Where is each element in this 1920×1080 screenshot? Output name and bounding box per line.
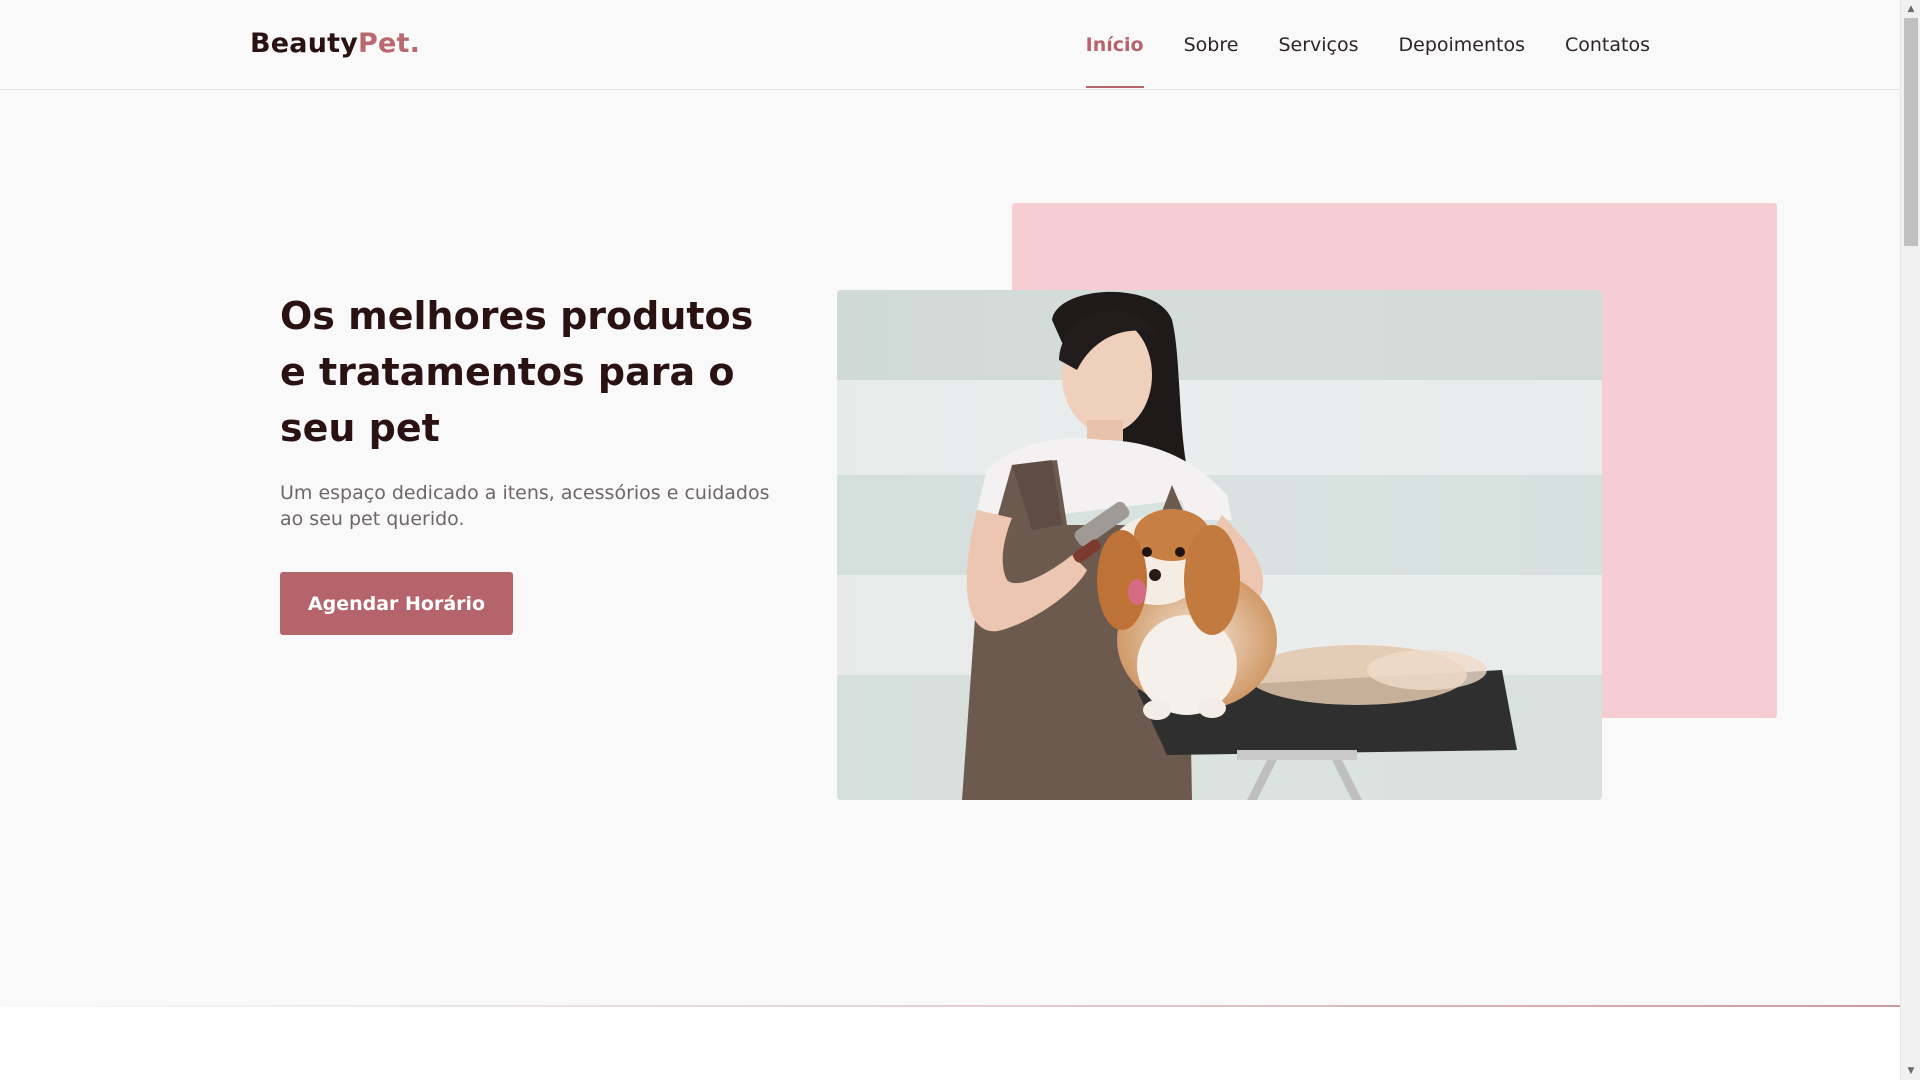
main-nav: Início Sobre Serviços Depoimentos Contat… [1085, 0, 1650, 90]
nav-item-contatos[interactable]: Contatos [1565, 0, 1650, 90]
nav-item-depoimentos[interactable]: Depoimentos [1399, 0, 1526, 90]
schedule-appointment-button[interactable]: Agendar Horário [280, 572, 513, 635]
nav-item-servicos[interactable]: Serviços [1278, 0, 1358, 90]
scroll-up-arrow-icon[interactable]: ▲ [1901, 0, 1920, 18]
brand-name-accent: Pet. [358, 28, 421, 59]
hero-subtitle: Um espaço dedicado a itens, acessórios e… [280, 482, 770, 530]
hero-image [837, 290, 1602, 800]
scroll-down-arrow-icon[interactable]: ▼ [1901, 1062, 1920, 1080]
nav-item-inicio[interactable]: Início [1085, 0, 1144, 90]
site-header: BeautyPet. Início Sobre Serviços Depoime… [0, 0, 1900, 90]
hero-section: Os melhores produtos e tratamentos para … [280, 288, 780, 635]
vertical-scrollbar[interactable]: ▲ ▼ [1900, 0, 1920, 1080]
scrollbar-thumb[interactable] [1904, 18, 1918, 246]
page: BeautyPet. Início Sobre Serviços Depoime… [0, 0, 1900, 1080]
brand-name-main: Beauty [250, 28, 359, 59]
brand-logo[interactable]: BeautyPet. [250, 28, 420, 59]
next-section [0, 1007, 1900, 1080]
hero-title: Os melhores produtos e tratamentos para … [280, 294, 754, 450]
nav-item-sobre[interactable]: Sobre [1184, 0, 1239, 90]
grooming-photo-illustration [837, 290, 1602, 800]
